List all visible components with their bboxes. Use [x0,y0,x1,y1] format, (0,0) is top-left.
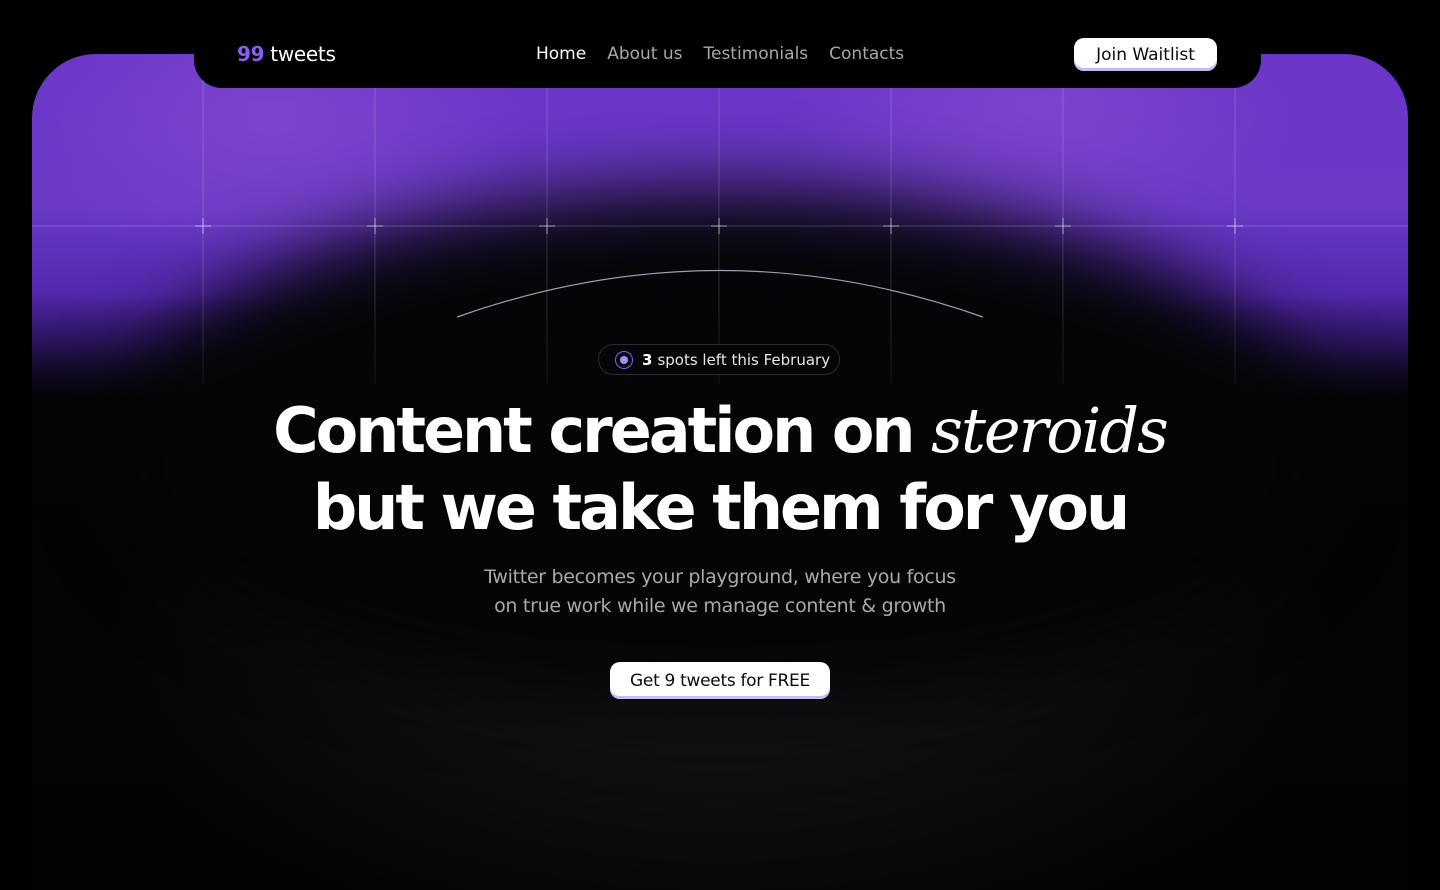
logo-number: 99 [237,42,265,66]
headline-emphasis: steroids [931,394,1169,467]
radio-dot-icon [615,350,633,369]
subtitle-line-2: on true work while we manage content & g… [494,595,946,617]
logo[interactable]: 99 tweets [237,42,336,66]
nav-link-contacts[interactable]: Contacts [829,44,904,64]
join-waitlist-button[interactable]: Join Waitlist [1074,38,1217,71]
top-navbar: 99 tweets Home About us Testimonials Con… [194,0,1261,88]
nav-link-home[interactable]: Home [536,44,586,64]
headline-line-1: Content creation on steroids [0,400,1440,462]
spots-text: spots left this February [657,350,831,369]
spots-badge: 3 spots left this February [598,344,840,375]
spots-count: 3 [642,350,653,369]
logo-text: tweets [270,42,336,66]
nav-links: Home About us Testimonials Contacts [536,44,904,64]
headline-text: Content creation on [273,394,932,467]
hero-arc-line [456,269,984,318]
nav-link-about[interactable]: About us [607,44,682,64]
get-free-tweets-button[interactable]: Get 9 tweets for FREE [610,662,830,699]
headline-line-2: but we take them for you [312,471,1130,544]
subtitle-line-1: Twitter becomes your playground, where y… [484,566,956,588]
nav-link-testimonials[interactable]: Testimonials [704,44,809,64]
